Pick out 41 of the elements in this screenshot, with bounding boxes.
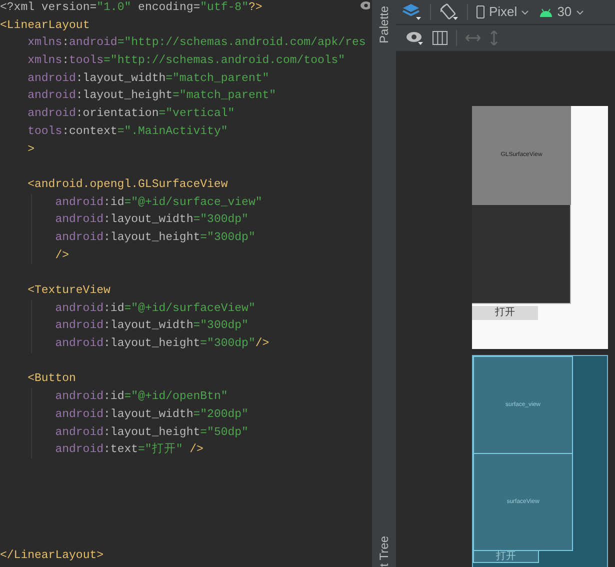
code-line: android:id="@+id/surfaceView" [55,300,256,317]
horizontal-arrows-icon [465,33,481,43]
android-icon [539,8,554,16]
code-line: android:layout_height="match_parent" [28,88,276,104]
eye-icon[interactable] [360,1,370,10]
vertical-arrows-icon [489,30,499,46]
side-tab[interactable]: Palette [375,6,393,44]
code-line: android:layout_width="200dp" [55,406,248,423]
code-line: tools:context=".MainActivity" [28,124,228,140]
device-dropdown[interactable]: Pixel [476,2,530,22]
code-line: android:layout_width="match_parent" [28,70,270,87]
columns-icon[interactable] [432,30,448,46]
code-line: android:layout_width="300dp" [55,212,248,228]
code-line: android:layout_height="300dp"/> [55,336,270,352]
view-label: 打开 [496,551,516,562]
code-line: android:layout_height="50dp" [55,424,248,440]
eye-icon[interactable] [406,30,424,46]
code-line: </LinearLayout> [0,548,104,564]
phone-icon [476,5,485,19]
code-line: android:id="@+id/surface_view" [55,194,262,211]
code-line: android:orientation="vertical" [28,106,235,122]
code-line: <android.opengl.GLSurfaceView [28,176,228,193]
code-line: xmlns:android="http://schemas.android.com/apk/res [28,35,366,52]
code-line: android:layout_height="300dp" [55,230,256,246]
button-preview[interactable]: 打开 [472,306,538,320]
side-tab[interactable]: t Tree [375,536,393,567]
code-line: /> [55,248,70,264]
code-line: android:text="打开" /> [55,442,204,458]
caret-icon [521,10,530,14]
code-line: <TextureView [28,283,110,299]
code-line: <LinearLayout [0,18,90,34]
api-level-dropdown[interactable]: 30 [539,2,584,22]
caret-icon [576,10,584,14]
code-line: <Button [28,371,76,388]
code-line: xmlns:tools="http://schemas.android.com/tools" [28,53,346,70]
code-line: <?xml version="1.0" encoding="utf-8"?> [0,0,262,16]
rotate-icon[interactable] [439,3,459,21]
code-line: > [28,142,34,158]
layers-icon[interactable] [402,3,422,21]
code-line: android:id="@+id/openBtn" [55,389,228,406]
code-line: android:layout_width="300dp" [55,318,248,334]
